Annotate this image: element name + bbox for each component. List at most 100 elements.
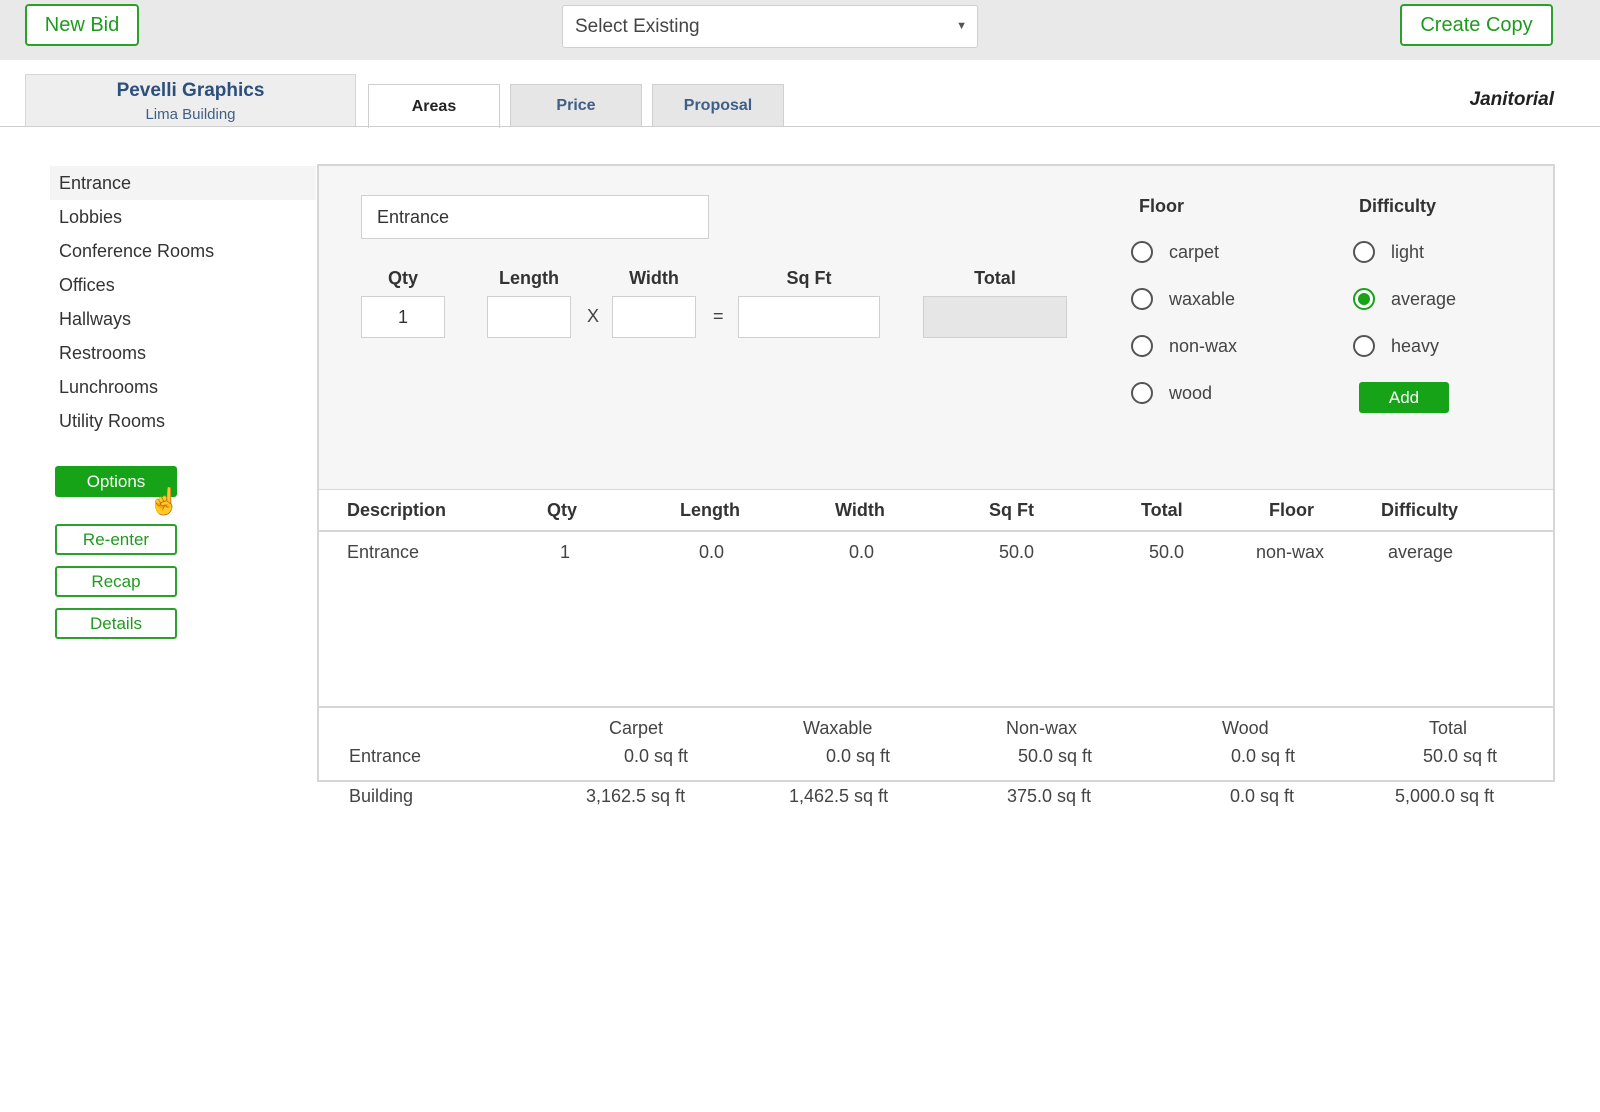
table-cell: 50.0 <box>999 542 1035 562</box>
sidebar-item-utility-rooms[interactable]: Utility Rooms <box>50 404 316 438</box>
client-header: Pevelli Graphics Lima Building <box>25 74 356 127</box>
details-button[interactable]: Details <box>55 608 177 639</box>
table-row[interactable]: Entrance 1 0.0 0.0 50.0 50.0 non-wax ave… <box>319 532 1553 570</box>
sidebar-item-lobbies[interactable]: Lobbies <box>50 200 316 234</box>
qty-input[interactable]: 1 <box>361 296 445 338</box>
total-label: Total <box>974 268 1016 288</box>
sidebar-item-entrance[interactable]: Entrance <box>50 166 316 200</box>
table-cell: 50.0 <box>1149 542 1185 562</box>
header-divider <box>0 126 1600 127</box>
tab-proposal[interactable]: Proposal <box>652 84 784 127</box>
building-value: 0.0 sq ft <box>1230 786 1295 806</box>
table-cell: non-wax <box>1256 542 1325 562</box>
floor-option-label: waxable <box>1169 288 1236 309</box>
column-header: Difficulty <box>1381 500 1459 520</box>
sidebar-item-restrooms[interactable]: Restrooms <box>50 336 316 370</box>
chevron-down-icon: ▼ <box>956 20 967 32</box>
summary-value: 0.0 sq ft <box>826 746 891 766</box>
radio-button[interactable] <box>1131 241 1153 263</box>
area-entry-form: Entrance Qty Length Width Sq Ft Total 1 … <box>319 166 1553 490</box>
radio-button[interactable] <box>1131 288 1153 310</box>
difficulty-option-label: light <box>1391 241 1425 262</box>
column-header: Length <box>680 500 740 520</box>
radio-button[interactable] <box>1131 335 1153 357</box>
column-header: Width <box>835 500 885 520</box>
table-header: Description Qty Length Width Sq Ft Total… <box>319 490 1553 532</box>
floor-option-carpet[interactable]: carpet <box>1131 241 1219 263</box>
floor-option-waxable[interactable]: waxable <box>1131 288 1235 310</box>
qty-label: Qty <box>387 268 418 288</box>
summary-header: Waxable <box>803 718 873 738</box>
floor-option-wood[interactable]: wood <box>1131 382 1212 404</box>
difficulty-option-label: average <box>1391 288 1457 309</box>
description-input[interactable]: Entrance <box>361 195 709 239</box>
sidebar-item-hallways[interactable]: Hallways <box>50 302 316 336</box>
table-cell: 0.0 <box>699 542 725 562</box>
radio-button[interactable] <box>1353 241 1375 263</box>
top-bar: New Bid Select Existing ▼ Create Copy <box>0 0 1600 60</box>
length-input[interactable] <box>487 296 571 338</box>
sqft-input[interactable] <box>738 296 880 338</box>
equals-symbol: = <box>713 306 724 326</box>
sidebar-item-offices[interactable]: Offices <box>50 268 316 302</box>
column-header: Sq Ft <box>989 500 1034 520</box>
area-summary: Carpet Waxable Non-wax Wood Total Entran… <box>319 706 1553 780</box>
hand-pointer-icon: ☝ <box>148 486 181 516</box>
floor-title: Floor <box>1139 196 1184 216</box>
summary-header: Carpet <box>609 718 664 738</box>
length-label: Length <box>499 268 559 288</box>
table-cell: average <box>1388 542 1454 562</box>
summary-header: Wood <box>1222 718 1269 738</box>
recap-button[interactable]: Recap <box>55 566 177 597</box>
width-input[interactable] <box>612 296 696 338</box>
summary-header: Non-wax <box>1006 718 1078 738</box>
column-header: Floor <box>1269 500 1314 520</box>
summary-value: 0.0 sq ft <box>1231 746 1296 766</box>
sidebar-item-conference-rooms[interactable]: Conference Rooms <box>50 234 316 268</box>
select-existing-value: Select Existing <box>575 15 700 37</box>
floor-option-label: wood <box>1169 382 1213 403</box>
floor-option-non-wax[interactable]: non-wax <box>1131 335 1237 357</box>
column-header: Qty <box>547 500 578 520</box>
area-list: Entrance Lobbies Conference Rooms Office… <box>50 166 316 438</box>
building-label: Building <box>349 786 414 806</box>
floor-option-label: carpet <box>1169 241 1220 262</box>
re-enter-button[interactable]: Re-enter <box>55 524 177 555</box>
column-header: Description <box>347 500 447 520</box>
summary-header: Total <box>1429 718 1468 738</box>
radio-button-selected[interactable] <box>1353 288 1375 310</box>
total-field <box>923 296 1067 338</box>
difficulty-title: Difficulty <box>1359 196 1437 216</box>
summary-value: 50.0 sq ft <box>1423 746 1498 766</box>
tab-areas[interactable]: Areas <box>368 84 500 128</box>
radio-button[interactable] <box>1353 335 1375 357</box>
table-cell: 1 <box>560 542 571 562</box>
building-value: 375.0 sq ft <box>1007 786 1092 806</box>
summary-value: 0.0 sq ft <box>624 746 689 766</box>
column-header: Total <box>1141 500 1183 520</box>
table-cell: Entrance <box>347 542 420 562</box>
create-copy-button[interactable]: Create Copy <box>1400 4 1553 46</box>
width-label: Width <box>629 268 679 288</box>
summary-value: 50.0 sq ft <box>1018 746 1093 766</box>
summary-area-label: Entrance <box>349 746 422 766</box>
building-value: 1,462.5 sq ft <box>789 786 889 806</box>
floor-option-label: non-wax <box>1169 335 1238 356</box>
client-name[interactable]: Pevelli Graphics <box>26 80 355 102</box>
sqft-label: Sq Ft <box>786 268 832 288</box>
sidebar-item-lunchrooms[interactable]: Lunchrooms <box>50 370 316 404</box>
building-value: 5,000.0 sq ft <box>1395 786 1495 806</box>
difficulty-option-average[interactable]: average <box>1353 288 1456 310</box>
difficulty-option-light[interactable]: light <box>1353 241 1424 263</box>
table-cell: 0.0 <box>849 542 875 562</box>
radio-button[interactable] <box>1131 382 1153 404</box>
area-panel: Entrance Qty Length Width Sq Ft Total 1 … <box>317 164 1555 782</box>
tab-price[interactable]: Price <box>510 84 642 127</box>
difficulty-option-heavy[interactable]: heavy <box>1353 335 1439 357</box>
difficulty-option-label: heavy <box>1391 335 1440 356</box>
building-value: 3,162.5 sq ft <box>586 786 686 806</box>
new-bid-button[interactable]: New Bid <box>25 4 139 46</box>
select-existing-dropdown[interactable]: Select Existing ▼ <box>562 5 978 48</box>
client-building: Lima Building <box>145 106 236 123</box>
add-area-button[interactable]: Add <box>1359 382 1449 413</box>
